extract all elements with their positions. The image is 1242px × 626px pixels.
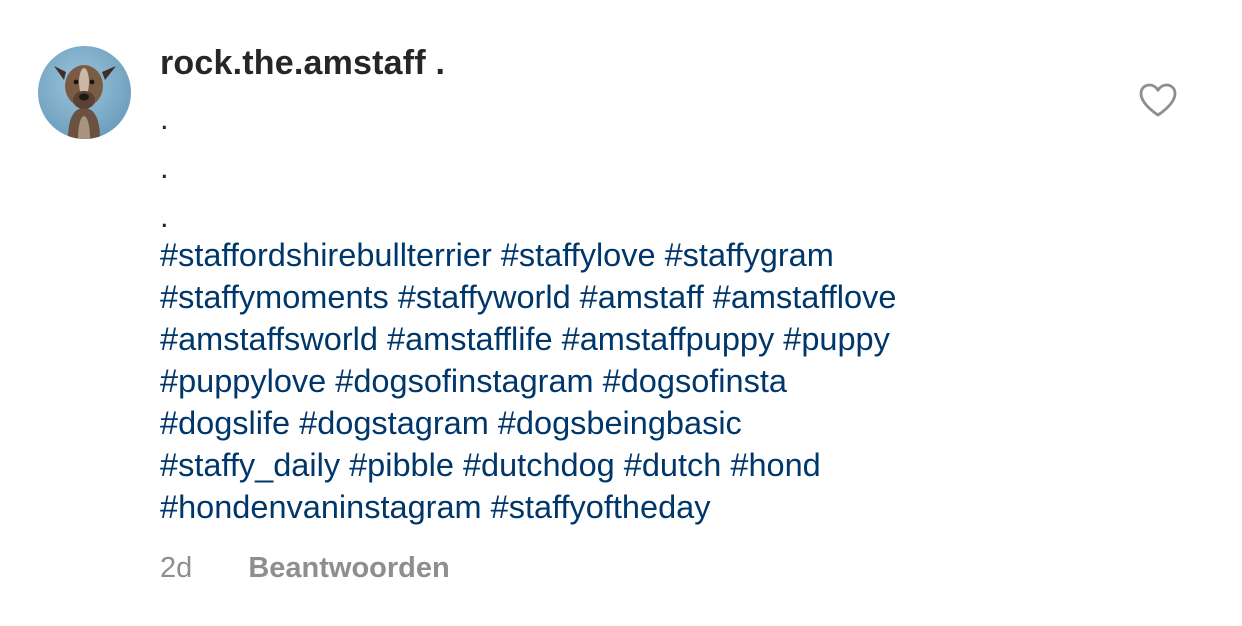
comment-username[interactable]: rock.the.amstaff . (160, 42, 445, 84)
comment-hashtags: #staffordshirebullterrier #staffylove #s… (160, 234, 1160, 528)
dog-avatar-icon (54, 65, 116, 139)
hashtag-line[interactable]: #amstaffsworld #amstafflife #amstaffpupp… (160, 318, 1160, 360)
comment-dot-lines: . . . (160, 94, 169, 241)
dot-line: . (160, 101, 169, 136)
avatar[interactable] (38, 46, 131, 139)
hashtag-line[interactable]: #staffy_daily #pibble #dutchdog #dutch #… (160, 444, 1160, 486)
like-button[interactable] (1138, 82, 1178, 118)
reply-button[interactable]: Beantwoorden (248, 548, 449, 588)
comment-footer: 2d Beantwoorden (160, 548, 450, 588)
hashtag-line[interactable]: #hondenvaninstagram #staffyoftheday (160, 486, 1160, 528)
hashtag-line[interactable]: #puppylove #dogsofinstagram #dogsofinsta (160, 360, 1160, 402)
heart-outline-icon (1139, 83, 1177, 117)
hashtag-line[interactable]: #dogslife #dogstagram #dogsbeingbasic (160, 402, 1160, 444)
hashtag-line[interactable]: #staffymoments #staffyworld #amstaff #am… (160, 276, 1160, 318)
comment: rock.the.amstaff . . . . #staffordshireb… (0, 0, 1242, 626)
dot-line: . (160, 150, 169, 185)
comment-timestamp: 2d (160, 552, 193, 584)
hashtag-line[interactable]: #staffordshirebullterrier #staffylove #s… (160, 234, 1160, 276)
